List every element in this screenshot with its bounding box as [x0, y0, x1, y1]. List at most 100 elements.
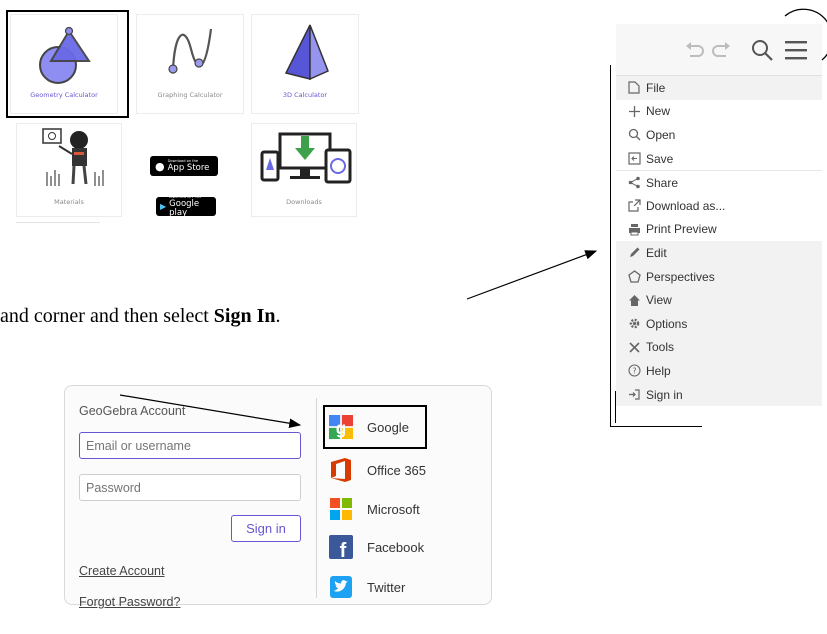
google-play-big-text: Google play — [169, 199, 200, 218]
menu-toolbar — [616, 24, 822, 76]
menu-item-label: Sign in — [646, 387, 683, 402]
tools-icon — [624, 341, 644, 354]
office365-icon — [329, 458, 353, 482]
print-icon — [624, 223, 644, 236]
menu-item-help[interactable]: ? Help — [616, 359, 822, 383]
materials-illustration-icon — [42, 128, 104, 186]
tile-divider — [16, 222, 100, 223]
menu-item-new[interactable]: New — [616, 100, 822, 124]
sign-in-button[interactable]: Sign in — [231, 515, 301, 542]
menu-item-label: New — [646, 104, 671, 119]
instruction-text-end: . — [275, 305, 281, 327]
3d-calculator-tile[interactable]: 3D Calculator — [251, 14, 359, 114]
menu-item-file[interactable]: File — [616, 76, 822, 100]
menu-item-label: Save — [646, 151, 674, 166]
menu-item-label: File — [646, 80, 666, 95]
menu-item-save[interactable]: Save — [616, 147, 822, 171]
forgot-password-link[interactable]: Forgot Password? — [79, 595, 180, 609]
google-login-button[interactable]: g Google — [323, 405, 427, 449]
password-field[interactable] — [79, 474, 301, 501]
share-icon — [624, 176, 644, 189]
office365-login-button[interactable]: Office 365 — [329, 454, 426, 486]
login-dialog: GeoGebra Account Sign in Create Account … — [64, 385, 492, 609]
apple-icon: ● — [155, 159, 165, 173]
materials-tile[interactable]: Materials — [16, 123, 122, 217]
menu-item-label: View — [646, 293, 672, 308]
app-store-badge[interactable]: ● Download on the App Store — [150, 156, 218, 176]
pentagon-icon — [624, 270, 644, 283]
geometry-tile-highlight-frame — [6, 10, 129, 118]
menu-list: File New Open Save Share Download as... … — [616, 76, 822, 407]
microsoft-label: Microsoft — [367, 501, 420, 517]
menu-item-label: Options — [646, 316, 688, 331]
menu-sign-in-marker — [615, 391, 616, 423]
search-icon[interactable] — [750, 38, 774, 62]
graphing-calculator-label: Graphing Calculator — [157, 91, 223, 99]
facebook-label: Facebook — [367, 539, 425, 555]
facebook-login-button[interactable]: f Facebook — [329, 531, 424, 563]
graph-curve-icon — [168, 28, 213, 74]
downloads-devices-icon — [260, 132, 352, 184]
sign-in-icon — [624, 388, 644, 401]
svg-text:g: g — [336, 418, 346, 438]
help-icon: ? — [624, 364, 644, 377]
arrow-to-menu — [466, 250, 598, 300]
google-label: Google — [367, 419, 409, 435]
export-icon — [624, 199, 644, 212]
menu-item-label: Print Preview — [646, 222, 717, 237]
menu-item-edit[interactable]: Edit — [616, 241, 822, 265]
menu-item-download-as[interactable]: Download as... — [616, 194, 822, 218]
menu-item-view[interactable]: View — [616, 288, 822, 312]
menu-item-label: Tools — [646, 340, 675, 355]
play-icon: ▶ — [160, 202, 167, 211]
provider-divider — [316, 398, 317, 598]
menu-item-label: Download as... — [646, 198, 726, 213]
menu-item-perspectives[interactable]: Perspectives — [616, 264, 822, 289]
search-icon — [624, 128, 644, 141]
microsoft-login-button[interactable]: Microsoft — [329, 493, 420, 525]
3d-calculator-label: 3D Calculator — [282, 91, 328, 99]
menu-item-sign-in[interactable]: Sign in — [616, 382, 822, 407]
instruction-sign-in-bold: Sign In — [213, 305, 276, 327]
menu-left-border-line — [610, 65, 611, 427]
menu-item-label: Perspectives — [646, 269, 715, 284]
home-icon — [624, 294, 644, 307]
downloads-label: Downloads — [286, 198, 322, 206]
materials-label: Materials — [54, 198, 84, 206]
twitter-label: Twitter — [367, 579, 406, 595]
menu-item-tools[interactable]: Tools — [616, 335, 822, 360]
gear-icon — [624, 317, 644, 330]
twitter-login-button[interactable]: Twitter — [329, 571, 405, 603]
menu-item-open[interactable]: Open — [616, 123, 822, 147]
downloads-tile[interactable]: Downloads — [251, 123, 357, 217]
undo-icon[interactable] — [684, 42, 706, 60]
account-title: GeoGebra Account — [79, 404, 186, 418]
hamburger-menu-icon[interactable] — [784, 39, 808, 61]
menu-item-label: Help — [646, 363, 671, 378]
menu-item-label: Share — [646, 175, 679, 190]
google-icon: g — [329, 415, 353, 439]
menu-item-label: Open — [646, 127, 676, 142]
menu-item-label: Edit — [646, 245, 667, 260]
pyramid-icon — [284, 24, 329, 81]
instruction-text-start: and corner and then select — [0, 305, 214, 327]
svg-text:?: ? — [632, 367, 636, 376]
pencil-icon — [624, 246, 644, 259]
menu-item-share[interactable]: Share — [616, 170, 822, 194]
save-icon — [624, 152, 644, 165]
facebook-icon: f — [329, 535, 353, 559]
menu-item-options[interactable]: Options — [616, 311, 822, 336]
menu-item-print-preview[interactable]: Print Preview — [616, 218, 822, 242]
create-account-link[interactable]: Create Account — [79, 564, 164, 578]
email-field[interactable] — [79, 432, 301, 459]
app-store-big-text: App Store — [167, 163, 210, 173]
google-play-badge[interactable]: ▶ ANDROID APP ON Google play — [156, 195, 216, 218]
svg-text:f: f — [340, 540, 347, 559]
instruction-text: and corner and then select Sign In. — [0, 305, 281, 328]
microsoft-icon — [329, 497, 353, 521]
plus-icon — [624, 105, 644, 118]
graphing-calculator-tile[interactable]: Graphing Calculator — [136, 14, 244, 114]
file-icon — [624, 81, 644, 94]
redo-icon[interactable] — [710, 42, 732, 60]
main-menu-panel: File New Open Save Share Download as... … — [616, 10, 822, 426]
